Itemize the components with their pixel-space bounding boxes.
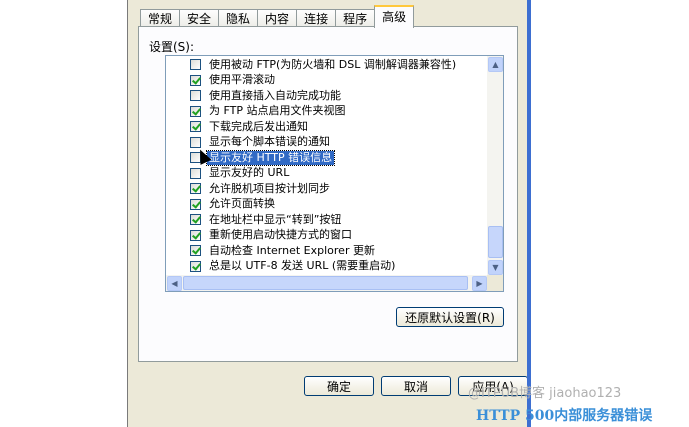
cancel-button[interactable]: 取消 <box>381 376 451 396</box>
caption: HTTP 500内部服务器错误 <box>476 408 653 424</box>
horizontal-scroll-thumb[interactable] <box>183 276 468 290</box>
settings-item[interactable]: 总是以 UTF-8 发送 URL (需要重启动) <box>166 259 488 275</box>
settings-item[interactable]: 允许脱机项目按计划同步 <box>166 181 488 197</box>
settings-item-label: 使用被动 FTP(为防火墙和 DSL 调制解调器兼容性) <box>209 57 457 71</box>
settings-item[interactable]: 显示友好的 URL <box>166 166 488 182</box>
settings-item-label: 下载完成后发出通知 <box>209 119 308 133</box>
scroll-up-arrow-icon[interactable]: ▲ <box>488 57 503 72</box>
checkbox[interactable] <box>190 245 201 257</box>
horizontal-scrollbar[interactable]: ◀ ▶ <box>166 275 488 291</box>
settings-item[interactable]: 重新使用启动快捷方式的窗口 <box>166 228 488 244</box>
settings-item[interactable]: 使用平滑滚动 <box>166 73 488 89</box>
settings-label: 设置(S): <box>149 40 195 54</box>
vertical-scrollbar[interactable]: ▲ ▼ <box>487 56 503 276</box>
settings-item-label: 为 FTP 站点启用文件夹视图 <box>209 104 346 118</box>
checkbox[interactable] <box>190 105 201 117</box>
scroll-left-arrow-icon[interactable]: ◀ <box>167 276 182 291</box>
scroll-down-arrow-icon[interactable]: ▼ <box>488 260 503 275</box>
checkbox[interactable] <box>190 183 201 195</box>
tab-advanced[interactable]: 高级 <box>374 5 415 28</box>
tab-strip: 常规 安全 隐私 内容 连接 程序 高级 <box>140 5 415 28</box>
ok-button[interactable]: 确定 <box>304 376 374 396</box>
restore-defaults-button[interactable]: 还原默认设置(R) <box>396 307 504 327</box>
checkbox[interactable] <box>190 198 201 210</box>
checkbox[interactable] <box>190 121 201 133</box>
watermark: @ITPUB博客 jiaohao123 <box>468 386 622 401</box>
settings-list: 使用被动 FTP(为防火墙和 DSL 调制解调器兼容性) 使用平滑滚动 使用直接插入… <box>165 55 504 292</box>
settings-item[interactable]: 显示友好 HTTP 错误信息 <box>166 149 488 166</box>
settings-item-label: 总是以 UTF-8 发送 URL (需要重启动) <box>209 259 396 273</box>
checkbox[interactable] <box>190 167 201 179</box>
settings-item[interactable]: 使用直接插入自动完成功能 <box>166 88 488 104</box>
settings-items: 使用被动 FTP(为防火墙和 DSL 调制解调器兼容性) 使用平滑滚动 使用直接插入… <box>166 57 488 274</box>
checkbox[interactable] <box>190 229 201 241</box>
settings-item-label: 允许脱机项目按计划同步 <box>209 181 330 195</box>
settings-item[interactable]: 允许页面转换 <box>166 197 488 213</box>
checkbox[interactable] <box>190 74 201 86</box>
checkbox[interactable] <box>190 260 201 272</box>
settings-item-label: 自动检查 Internet Explorer 更新 <box>209 243 375 257</box>
vertical-scroll-thumb[interactable] <box>488 226 503 258</box>
settings-item-label: 允许页面转换 <box>209 197 275 211</box>
settings-item[interactable]: 下载完成后发出通知 <box>166 119 488 135</box>
settings-item-label: 显示每个脚本错误的通知 <box>209 135 330 149</box>
settings-item[interactable]: 显示每个脚本错误的通知 <box>166 135 488 151</box>
settings-item-label: 使用直接插入自动完成功能 <box>209 88 341 102</box>
settings-item[interactable]: 为 FTP 站点启用文件夹视图 <box>166 104 488 120</box>
internet-options-dialog: 常规 安全 隐私 内容 连接 程序 高级 设置(S): 使用被动 FTP(为防火… <box>127 0 530 427</box>
checkbox[interactable] <box>190 136 201 148</box>
settings-item-label: 显示友好 HTTP 错误信息 <box>205 149 336 166</box>
settings-item[interactable]: 自动检查 Internet Explorer 更新 <box>166 243 488 259</box>
settings-item-label: 在地址栏中显示“转到”按钮 <box>209 212 342 226</box>
settings-item-label: 重新使用启动快捷方式的窗口 <box>209 228 352 242</box>
checkbox[interactable] <box>190 214 201 226</box>
window-edge <box>527 0 531 427</box>
scrollbar-corner <box>487 275 503 291</box>
settings-item[interactable]: 在地址栏中显示“转到”按钮 <box>166 212 488 228</box>
settings-item-label: 显示友好的 URL <box>209 166 290 180</box>
scroll-right-arrow-icon[interactable]: ▶ <box>472 276 487 291</box>
settings-item-label: 使用平滑滚动 <box>209 73 275 87</box>
checkbox[interactable] <box>190 90 201 102</box>
settings-item[interactable]: 使用被动 FTP(为防火墙和 DSL 调制解调器兼容性) <box>166 57 488 73</box>
checkbox[interactable] <box>190 59 201 71</box>
